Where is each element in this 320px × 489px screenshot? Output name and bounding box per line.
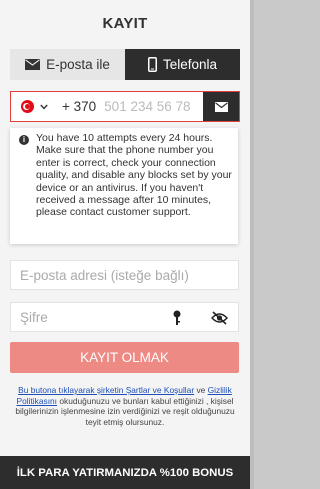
tab-phone-label: Telefonla bbox=[162, 57, 218, 72]
registration-tabs: E-posta ile Telefonla bbox=[10, 49, 240, 80]
turkey-flag-icon[interactable] bbox=[21, 100, 34, 113]
terms-notice: Bu butona tıklayarak şirketin Şartlar ve… bbox=[12, 385, 238, 428]
register-button[interactable]: KAYIT OLMAK bbox=[10, 342, 239, 373]
phone-info-tooltip: i You have 10 attempts every 24 hours. M… bbox=[10, 128, 238, 244]
bonus-banner[interactable]: İLK PARA YATIRMANIZDA %100 BONUS bbox=[0, 456, 250, 489]
phone-input-group: + 370 bbox=[10, 91, 240, 122]
password-input[interactable] bbox=[20, 303, 160, 331]
key-icon[interactable] bbox=[172, 310, 182, 326]
envelope-icon bbox=[214, 101, 228, 112]
send-code-button[interactable] bbox=[203, 92, 239, 121]
phone-number-input[interactable] bbox=[104, 99, 203, 114]
tooltip-text: You have 10 attempts every 24 hours. Mak… bbox=[36, 132, 232, 219]
eye-slash-icon[interactable] bbox=[211, 311, 228, 325]
tab-phone[interactable]: Telefonla bbox=[125, 49, 240, 80]
registration-panel: KAYIT E-posta ile Telefonla + 370 501 23… bbox=[0, 0, 250, 489]
terms-text-1: ve bbox=[194, 385, 208, 395]
email-input[interactable] bbox=[20, 261, 220, 289]
terms-link[interactable]: Bu butona tıklayarak şirketin Şartlar ve… bbox=[18, 385, 194, 395]
tab-email-label: E-posta ile bbox=[46, 57, 110, 72]
info-icon: i bbox=[19, 135, 29, 145]
envelope-icon bbox=[25, 59, 41, 70]
tab-email[interactable]: E-posta ile bbox=[10, 49, 125, 80]
page-title: KAYIT bbox=[102, 15, 148, 32]
password-field bbox=[10, 302, 239, 332]
country-code: + 370 bbox=[62, 99, 97, 114]
panel-edge-divider bbox=[250, 0, 254, 489]
email-field bbox=[10, 260, 239, 290]
chevron-down-icon[interactable] bbox=[40, 104, 48, 110]
mobile-phone-icon bbox=[147, 57, 157, 72]
